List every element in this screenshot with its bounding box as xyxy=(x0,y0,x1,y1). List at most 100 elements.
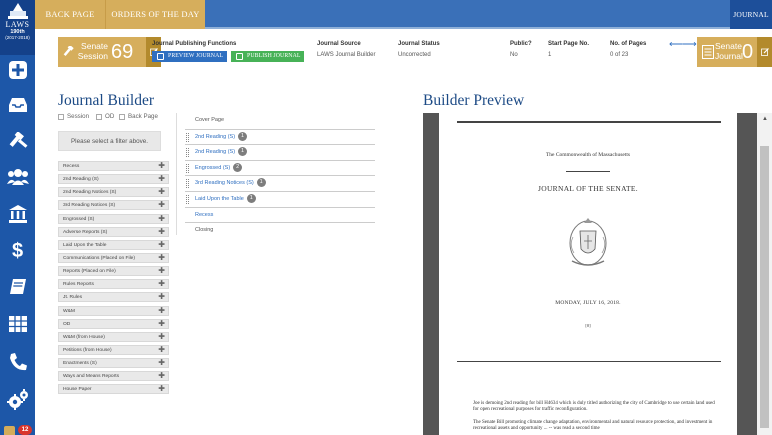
section-type-item[interactable]: Adverse Reports (S) ✚ xyxy=(58,226,169,237)
section-type-item[interactable]: Ways and Means Reports ✚ xyxy=(58,371,169,382)
journal-section-label: Recess xyxy=(195,211,214,218)
add-section-icon[interactable]: ✚ xyxy=(158,293,165,301)
journal-section-item[interactable]: Cover Page xyxy=(185,113,375,129)
session-checkbox[interactable] xyxy=(58,113,64,120)
sidebar-item-calendar[interactable] xyxy=(4,310,31,337)
tab-back-page[interactable]: BACK PAGE xyxy=(35,0,105,29)
app-logo[interactable]: LAWS 190th (2017-2018) xyxy=(0,0,35,55)
journal-status-label: Journal Status xyxy=(398,41,440,47)
section-type-item[interactable]: Communications (Placed on File) ✚ xyxy=(58,252,169,263)
scroll-up-icon[interactable]: ▲ xyxy=(762,116,768,122)
book-icon xyxy=(9,278,26,294)
add-section-icon[interactable]: ✚ xyxy=(158,214,165,223)
sidebar-item-votes[interactable] xyxy=(4,128,31,155)
scrollbar-thumb[interactable] xyxy=(760,146,769,428)
journal-section-item[interactable]: Engrossed (S) 2 xyxy=(185,159,375,176)
section-type-item[interactable]: W&M ✚ xyxy=(58,305,169,316)
add-section-icon[interactable]: ✚ xyxy=(158,227,165,236)
sidebar-item-contact[interactable] xyxy=(4,348,31,375)
tab-orders-of-the-day[interactable]: ORDERS OF THE DAY xyxy=(105,0,205,29)
sidebar-item-finance[interactable]: $ xyxy=(4,236,31,263)
sidebar-item-inbox[interactable] xyxy=(4,91,31,118)
swap-arrows-icon[interactable]: ⟵⟶ xyxy=(669,39,697,50)
section-type-item[interactable]: Rules Reports ✚ xyxy=(58,279,169,290)
section-type-item[interactable]: Laid Upon the Table ✚ xyxy=(58,239,169,250)
add-section-icon[interactable]: ✚ xyxy=(158,385,165,393)
section-type-item[interactable]: Jt. Rules ✚ xyxy=(58,292,169,303)
add-section-icon[interactable]: ✚ xyxy=(158,201,165,209)
sidebar-item-institution[interactable] xyxy=(4,200,31,227)
section-type-item[interactable]: 2nd Reading Notices (S) ✚ xyxy=(58,187,169,198)
back-page-checkbox[interactable] xyxy=(119,113,125,120)
tab-journal[interactable]: JOURNAL xyxy=(730,0,772,29)
section-type-item[interactable]: Reports (Placed on File) ✚ xyxy=(58,266,169,277)
journal-section-item[interactable]: 2nd Reading (S) 1 xyxy=(185,144,375,160)
senate-journal-card[interactable]: Senate Journal 0 xyxy=(697,37,772,67)
notification-badge[interactable]: 12 xyxy=(18,425,32,435)
drag-handle-icon[interactable] xyxy=(186,179,189,189)
edit-journal-button[interactable] xyxy=(757,37,772,67)
journal-source-value: LAWS Journal Builder xyxy=(317,52,376,58)
session-chamber: Senate xyxy=(81,41,108,51)
logo-text: LAWS xyxy=(5,20,30,29)
section-count-badge: 1 xyxy=(246,194,256,204)
section-type-item[interactable]: Engrossed (S) ✚ xyxy=(58,213,169,224)
sidebar-item-add[interactable] xyxy=(4,56,31,83)
filter-od[interactable]: OD xyxy=(96,113,114,120)
drag-handle-icon[interactable] xyxy=(186,163,189,173)
preview-scrollbar[interactable]: ▲ xyxy=(757,113,772,435)
add-section-icon[interactable]: ✚ xyxy=(158,253,165,262)
add-section-icon[interactable]: ✚ xyxy=(158,175,165,183)
section-type-item[interactable]: Enactments (S) ✚ xyxy=(58,358,169,369)
journal-section-item[interactable]: 2nd Reading (S) 1 xyxy=(185,128,375,145)
top-rule xyxy=(457,121,721,123)
section-type-item[interactable]: Recess ✚ xyxy=(58,161,169,171)
sidebar-item-members[interactable] xyxy=(4,163,31,190)
add-section-icon[interactable]: ✚ xyxy=(158,280,165,288)
od-checkbox[interactable] xyxy=(96,113,102,120)
session-label: Session xyxy=(77,51,108,61)
journal-section-item[interactable]: Recess xyxy=(185,206,375,223)
sidebar-item-journal[interactable] xyxy=(4,273,31,300)
section-type-item[interactable]: W&M (from House) ✚ xyxy=(58,331,169,342)
section-type-label: 2nd Reading Notices (S) xyxy=(63,190,117,196)
paragraph-1: Joe is demoing 2nd reading for bill H463… xyxy=(473,401,715,413)
section-type-item[interactable]: House Paper ✚ xyxy=(58,384,169,395)
top-navigation: BACK PAGE ORDERS OF THE DAY JOURNAL xyxy=(35,0,772,29)
journal-section-item[interactable]: Closing xyxy=(185,222,375,238)
add-section-icon[interactable]: ✚ xyxy=(158,319,165,328)
add-section-icon[interactable]: ✚ xyxy=(158,306,165,315)
section-type-item[interactable]: 3rd Reading Notices (S) ✚ xyxy=(58,200,169,211)
drag-handle-icon[interactable] xyxy=(186,148,189,158)
senate-session-card[interactable]: Senate Session 69 xyxy=(58,37,161,67)
drag-handle-icon[interactable] xyxy=(186,132,189,142)
add-section-icon[interactable]: ✚ xyxy=(158,359,165,367)
add-section-icon[interactable]: ✚ xyxy=(158,240,165,249)
publish-journal-button[interactable]: PUBLISH JOURNAL xyxy=(231,51,304,62)
plus-icon xyxy=(8,60,27,79)
drag-handle-icon[interactable] xyxy=(186,195,189,204)
folder-stub-icon[interactable] xyxy=(4,426,15,435)
add-section-icon[interactable]: ✚ xyxy=(158,188,165,196)
builder-preview-title: Builder Preview xyxy=(423,92,525,109)
section-type-item[interactable]: OD ✚ xyxy=(58,318,169,329)
section-type-label: Engrossed (S) xyxy=(63,216,95,222)
journal-status-value: Uncorrected xyxy=(398,52,431,58)
filter-back-page[interactable]: Back Page xyxy=(119,113,158,120)
add-section-icon[interactable]: ✚ xyxy=(158,267,165,275)
add-section-icon[interactable]: ✚ xyxy=(158,162,165,170)
sidebar-item-settings[interactable] xyxy=(4,386,31,413)
journal-section-item[interactable]: 3rd Reading Notices (S) 1 xyxy=(185,175,375,191)
journal-section-item[interactable]: Laid Upon the Table 1 xyxy=(185,191,375,207)
add-section-icon[interactable]: ✚ xyxy=(158,332,165,341)
preview-journal-button[interactable]: PREVIEW JOURNAL xyxy=(152,51,227,62)
section-type-label: Adverse Reports (S) xyxy=(63,229,108,235)
add-section-icon[interactable]: ✚ xyxy=(158,372,165,380)
section-count-badge: 2 xyxy=(233,162,243,172)
section-type-label: Communications (Placed on File) xyxy=(63,255,136,261)
short-rule xyxy=(566,171,610,172)
filter-session[interactable]: Session xyxy=(58,113,89,120)
add-section-icon[interactable]: ✚ xyxy=(158,345,165,354)
section-type-item[interactable]: 2nd Reading (S) ✚ xyxy=(58,174,169,185)
section-type-item[interactable]: Petitions (from House) ✚ xyxy=(58,344,169,355)
